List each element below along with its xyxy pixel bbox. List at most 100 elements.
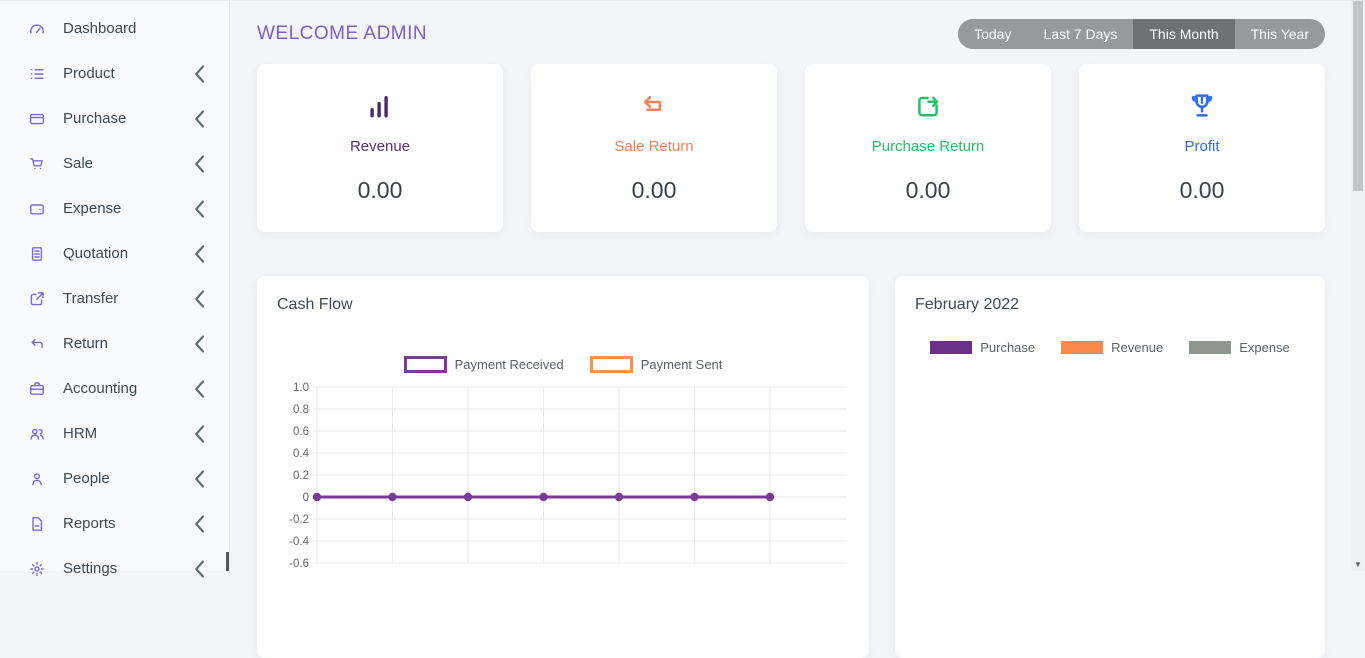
gear-icon — [30, 561, 44, 576]
filter-button-today[interactable]: Today — [958, 19, 1028, 49]
svg-text:0: 0 — [303, 492, 309, 504]
svg-text:1.0: 1.0 — [293, 382, 309, 394]
sidebar-item-label: Sale — [63, 155, 94, 172]
person-icon — [32, 472, 42, 485]
expense-swatch — [1189, 341, 1232, 354]
stat-value: 0.00 — [905, 177, 951, 203]
briefcase-icon — [30, 381, 44, 395]
sidebar-item-label: Transfer — [63, 290, 119, 307]
sidebar-item-sale[interactable]: Sale — [0, 141, 229, 186]
svg-text:-0.6: -0.6 — [289, 558, 309, 570]
payment-received-swatch — [403, 356, 447, 373]
svg-text:0.2: 0.2 — [293, 470, 309, 482]
sidebar-item-dashboard[interactable]: Dashboard — [0, 6, 229, 51]
sidebar-item-label: Dashboard — [63, 20, 137, 37]
sidebar: Dashboard Product Purchase Sale Expense … — [0, 1, 230, 578]
sidebar-item-return[interactable]: Return — [0, 321, 229, 366]
document-icon — [31, 246, 43, 261]
cashflow-chart: 1.0 0.8 0.6 0.4 0.2 0 -0.2 -0.4 -0.6 — [289, 382, 847, 570]
filter-button-this-year[interactable]: This Year — [1234, 19, 1325, 49]
stat-label: Revenue — [349, 138, 411, 155]
chevron-left-icon — [195, 154, 205, 173]
sidebar-item-hrm[interactable]: HRM — [0, 411, 229, 456]
stat-cards-row: Revenue 0.00 Sale Return 0.00 Purchase R… — [257, 64, 1325, 232]
svg-text:-0.4: -0.4 — [289, 536, 309, 548]
legend-item-revenue: Revenue — [1061, 340, 1163, 355]
scrollbar-down-arrow-icon[interactable]: ▼ — [1351, 560, 1365, 569]
sidebar-item-label: Accounting — [63, 380, 138, 397]
charts-row: Cash Flow Payment Received Payment Sent … — [257, 276, 1325, 658]
filter-button-this-month[interactable]: This Month — [1133, 19, 1235, 49]
stat-card-purchase-return: Purchase Return 0.00 — [805, 64, 1051, 232]
purchase-swatch — [930, 341, 973, 354]
cash-flow-title: Cash Flow — [277, 296, 353, 313]
report-file-icon — [32, 516, 43, 531]
filter-button-last-7-days[interactable]: Last 7 Days — [1027, 19, 1134, 49]
svg-text:-0.2: -0.2 — [289, 514, 309, 526]
chevron-left-icon — [195, 334, 205, 353]
chevron-left-icon — [195, 514, 205, 533]
sidebar-item-label: Product — [63, 65, 115, 82]
bar-chart-icon — [364, 96, 396, 127]
sidebar-item-label: HRM — [63, 425, 98, 442]
cash-flow-card: Cash Flow Payment Received Payment Sent … — [257, 276, 869, 658]
svg-text:0.6: 0.6 — [293, 426, 309, 438]
date-filter-group: Today Last 7 Days This Month This Year — [958, 19, 1325, 49]
stat-label: Profit — [1184, 138, 1220, 155]
sidebar-item-label: Return — [63, 335, 109, 352]
sidebar-item-label: Settings — [63, 560, 118, 577]
sidebar-item-label: Reports — [63, 515, 116, 532]
legend-item-payment-sent: Payment Sent — [589, 356, 722, 373]
sidebar-item-settings[interactable]: Settings — [0, 546, 229, 591]
undo-arrow-icon — [31, 338, 43, 348]
stat-card-sale-return: Sale Return 0.00 — [531, 64, 777, 232]
monthly-overview-card: February 2022 Purchase Revenue Expense — [895, 276, 1325, 658]
sidebar-scrollbar-thumb[interactable] — [226, 552, 229, 571]
main-content: WELCOME ADMIN Today Last 7 Days This Mon… — [231, 1, 1351, 658]
page-title: WELCOME ADMIN — [257, 23, 428, 44]
sidebar-item-label: Quotation — [63, 245, 129, 262]
sidebar-item-quotation[interactable]: Quotation — [0, 231, 229, 276]
chevron-left-icon — [195, 64, 205, 83]
sidebar-item-purchase[interactable]: Purchase — [0, 96, 229, 141]
monthly-overview-title: February 2022 — [915, 296, 1020, 313]
sidebar-item-accounting[interactable]: Accounting — [0, 366, 229, 411]
payment-sent-swatch — [589, 356, 633, 373]
legend-item-expense: Expense — [1189, 340, 1290, 355]
wallet-icon — [30, 203, 44, 215]
stat-value: 0.00 — [631, 177, 677, 203]
sidebar-item-label: Expense — [63, 200, 122, 217]
sidebar-item-transfer[interactable]: Transfer — [0, 276, 229, 321]
return-arrow-icon — [638, 95, 670, 127]
chevron-left-icon — [195, 109, 205, 128]
scrollbar-thumb[interactable] — [1353, 1, 1363, 191]
chevron-left-icon — [195, 424, 205, 443]
stat-card-profit: Profit 0.00 — [1079, 64, 1325, 232]
sidebar-item-label: People — [63, 470, 110, 487]
sidebar-item-product[interactable]: Product — [0, 51, 229, 96]
sidebar-item-label: Purchase — [63, 110, 127, 127]
chevron-left-icon — [195, 244, 205, 263]
page-scrollbar[interactable]: ▼ — [1351, 1, 1365, 571]
cash-flow-legend: Payment Received Payment Sent — [277, 356, 849, 373]
revenue-swatch — [1061, 341, 1104, 354]
sidebar-item-reports[interactable]: Reports — [0, 501, 229, 546]
cart-icon — [30, 157, 43, 169]
users-icon — [30, 428, 44, 440]
trophy-icon — [1186, 94, 1218, 127]
dashboard-gauge-icon — [30, 23, 44, 33]
legend-item-payment-received: Payment Received — [403, 356, 564, 373]
chevron-left-icon — [195, 379, 205, 398]
share-box-icon — [30, 291, 44, 305]
chevron-left-icon — [195, 469, 205, 488]
credit-card-icon — [29, 113, 45, 124]
sidebar-item-expense[interactable]: Expense — [0, 186, 229, 231]
monthly-overview-legend: Purchase Revenue Expense — [915, 340, 1305, 355]
stat-card-revenue: Revenue 0.00 — [257, 64, 503, 232]
svg-text:0.8: 0.8 — [293, 404, 309, 416]
stat-value: 0.00 — [357, 177, 403, 203]
list-icon — [30, 68, 44, 79]
stat-label: Sale Return — [614, 138, 694, 155]
sidebar-item-people[interactable]: People — [0, 456, 229, 501]
topbar: WELCOME ADMIN Today Last 7 Days This Mon… — [257, 19, 1325, 49]
